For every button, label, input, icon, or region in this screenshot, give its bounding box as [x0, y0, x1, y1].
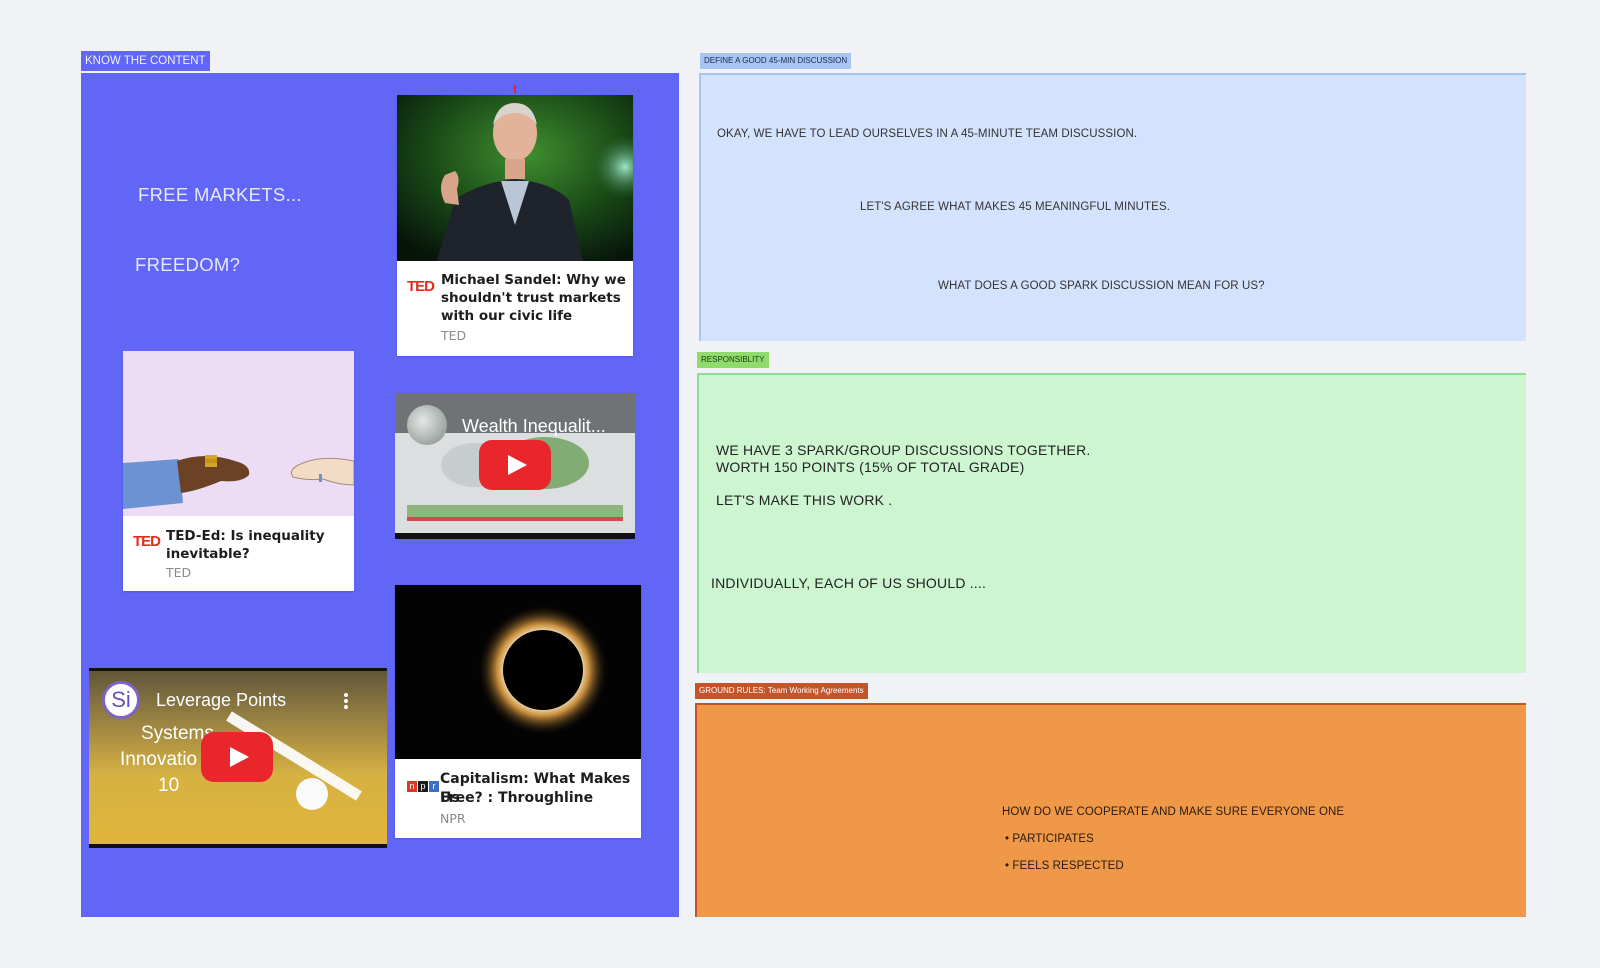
overlay-text-2: Innovatio	[120, 749, 198, 770]
ground-rules-bullet2[interactable]: • FEELS RESPECTED	[1005, 860, 1124, 872]
leverage-points-video[interactable]: Si Leverage Points Systems Innovatio 10	[89, 668, 387, 848]
channel-globe-icon	[407, 405, 447, 445]
sandel-card[interactable]: TED Michael Sandel: Why we shouldn't tru…	[397, 95, 633, 356]
capitalism-card[interactable]: n p r Capitalism: What Makes Us Free? : …	[395, 585, 641, 838]
ted-logo: TED	[407, 278, 435, 295]
inequality-title-line2: inevitable?	[166, 546, 250, 562]
inequality-thumbnail	[123, 351, 354, 516]
overlay-text-3: 10	[158, 775, 180, 796]
play-button[interactable]	[479, 440, 551, 490]
discussion-line2[interactable]: LET'S AGREE WHAT MAKES 45 MEANINGFUL MIN…	[860, 201, 1170, 213]
inequality-title-line1: TED-Ed: Is inequality	[166, 528, 325, 544]
free-markets-text[interactable]: FREE MARKETS...	[138, 184, 302, 206]
responsibility-line4[interactable]: INDIVIDUALLY, EACH OF US SHOULD ....	[711, 575, 986, 592]
responsibility-line2[interactable]: WORTH 150 POINTS (15% OF TOTAL GRADE)	[716, 459, 1024, 476]
discussion-line3[interactable]: WHAT DOES A GOOD SPARK DISCUSSION MEAN F…	[938, 280, 1265, 292]
ground-rules-label[interactable]: GROUND RULES: Team Working Agreements	[695, 683, 868, 699]
ted-logo: TED	[133, 533, 161, 550]
more-options-icon[interactable]	[344, 693, 348, 709]
inequality-card[interactable]: TED TED-Ed: Is inequality inevitable? TE…	[123, 351, 354, 591]
sandel-title-line3: with our civic life	[441, 308, 573, 324]
inequality-source: TED	[166, 565, 192, 580]
eclipse-thumbnail	[395, 585, 641, 759]
channel-avatar: Si	[102, 681, 140, 719]
capitalism-title-line2: Free? : Throughline	[440, 790, 594, 806]
responsibility-label[interactable]: RESPONSIBLITY	[697, 352, 769, 368]
discussion-label[interactable]: DEFINE A GOOD 45-MIN DISCUSSION	[700, 53, 852, 69]
leverage-video-title: Leverage Points	[156, 690, 287, 710]
sandel-source: TED	[441, 328, 467, 343]
npr-logo: n p r	[407, 781, 439, 792]
ground-rules-bullet1[interactable]: • PARTICIPATES	[1005, 833, 1094, 845]
sandel-title-line1: Michael Sandel: Why we	[441, 272, 626, 288]
play-button[interactable]	[201, 732, 273, 782]
sandel-thumbnail	[397, 95, 633, 261]
ground-rules-question[interactable]: HOW DO WE COOPERATE AND MAKE SURE EVERYO…	[1002, 806, 1344, 818]
responsibility-line3[interactable]: LET'S MAKE THIS WORK .	[716, 492, 892, 509]
responsibility-line1[interactable]: WE HAVE 3 SPARK/GROUP DISCUSSIONS TOGETH…	[716, 442, 1091, 459]
responsibility-frame[interactable]	[697, 373, 1526, 673]
cursor-marker	[514, 85, 516, 93]
wealth-inequality-video[interactable]: Wealth Inequalit...	[395, 393, 635, 539]
discussion-line1[interactable]: OKAY, WE HAVE TO LEAD OURSELVES IN A 45-…	[717, 128, 1137, 140]
capitalism-source: NPR	[440, 811, 466, 826]
sandel-title-line2: shouldn't trust markets	[441, 290, 621, 306]
wealth-video-title: Wealth Inequalit...	[462, 416, 606, 436]
know-content-label[interactable]: KNOW THE CONTENT	[81, 51, 210, 71]
freedom-text[interactable]: FREEDOM?	[135, 254, 240, 276]
